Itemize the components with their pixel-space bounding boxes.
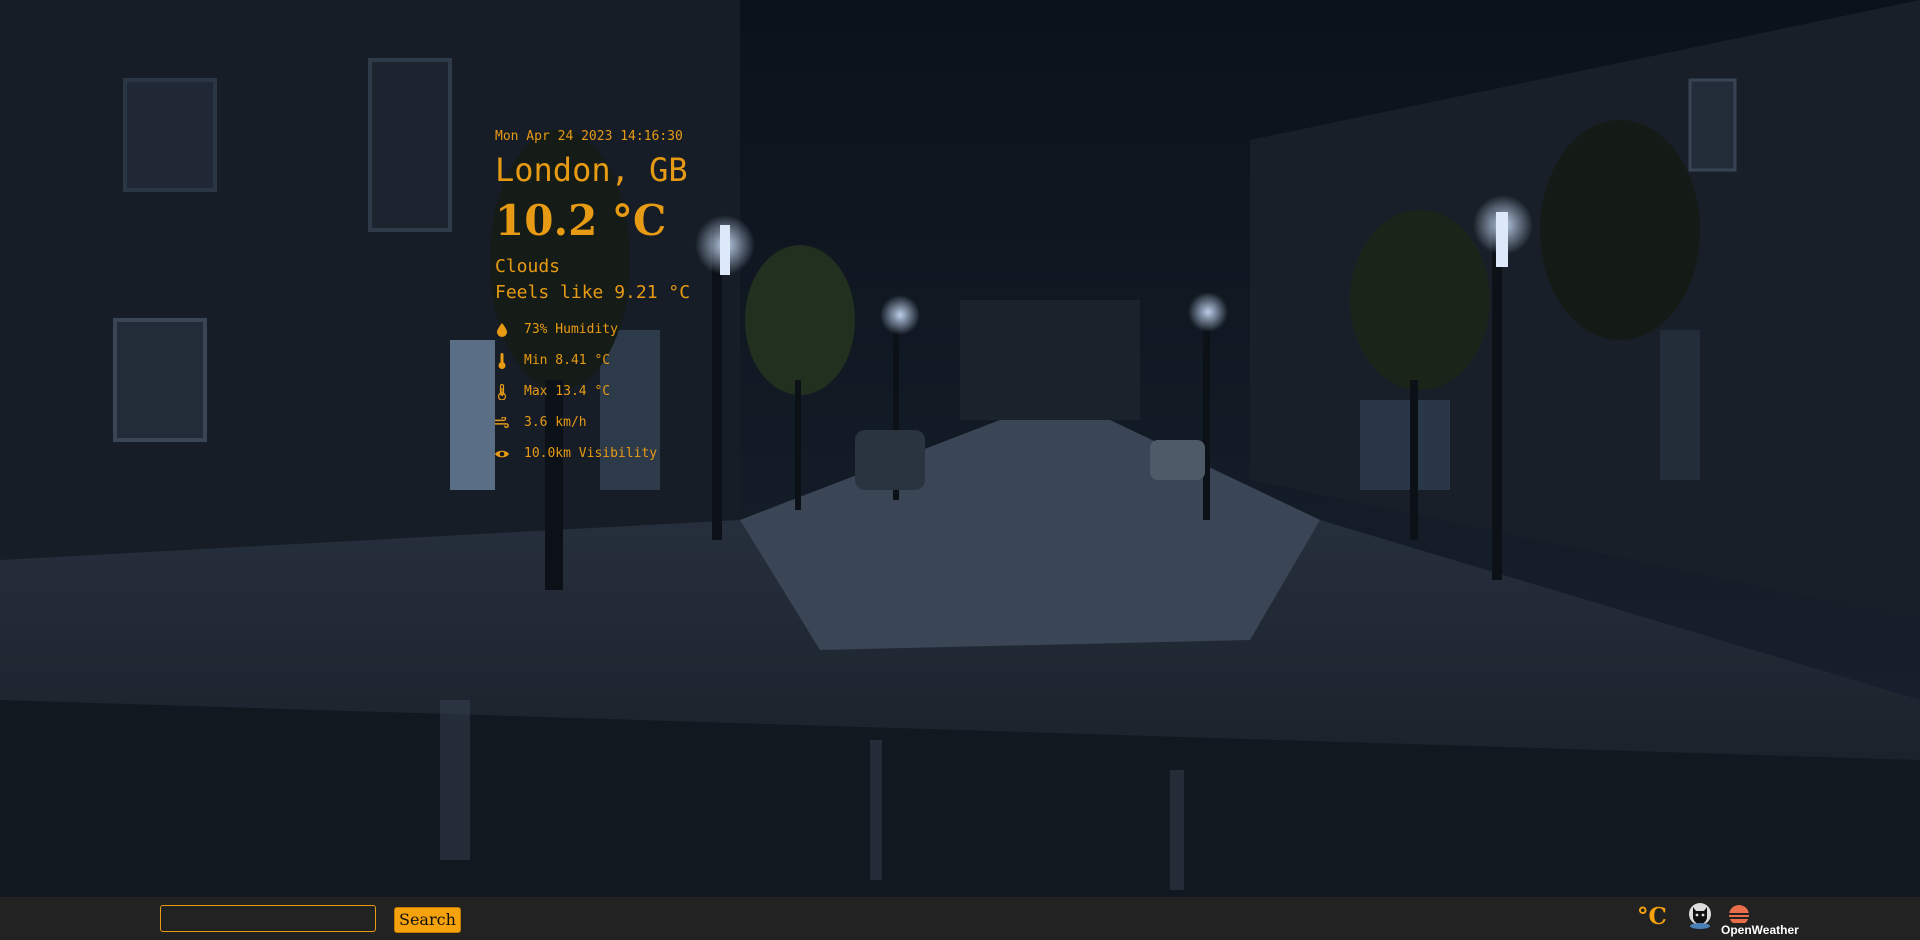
bottom-bar: Search [0, 897, 1920, 940]
stat-wind: 3.6 km/h [495, 407, 690, 438]
location-name: London, GB [495, 151, 688, 189]
search-input[interactable] [160, 905, 376, 932]
stat-visibility: 10.0km Visibility [495, 438, 690, 469]
thermometer-high-icon [495, 383, 509, 400]
background-image [0, 0, 1920, 897]
wind-icon [495, 415, 509, 431]
visibility-value: 10.0km Visibility [524, 446, 658, 461]
openweather-text: OpenWeather [1721, 923, 1799, 937]
stat-humidity: 73% Humidity [495, 314, 690, 345]
droplet-icon [495, 322, 509, 338]
current-datetime: Mon Apr 24 2023 14:16:30 [495, 129, 683, 144]
current-temperature: 10.2 °C [495, 196, 667, 245]
min-temp-value: Min 8.41 °C [524, 353, 611, 368]
search-button[interactable]: Search [394, 907, 461, 933]
wind-value: 3.6 km/h [524, 415, 587, 430]
openweather-logo[interactable]: OpenWeather [1721, 903, 1805, 937]
weather-panel: Mon Apr 24 2023 14:16:30 London, GB 10.2… [495, 128, 690, 469]
eye-icon [495, 446, 509, 462]
stat-min-temp: Min 8.41 °C [495, 345, 690, 376]
feels-like: Feels like 9.21 °C [495, 282, 691, 303]
github-icon[interactable] [1688, 902, 1712, 930]
thermometer-low-icon [495, 352, 509, 369]
unit-toggle-button[interactable]: °C [1637, 903, 1667, 930]
weather-condition: Clouds [495, 256, 561, 277]
humidity-value: 73% Humidity [524, 322, 618, 337]
stat-max-temp: Max 13.4 °C [495, 376, 690, 407]
weather-stats: 73% Humidity Min 8.41 °C Max 13.4 °C 3.6… [495, 314, 690, 469]
max-temp-value: Max 13.4 °C [524, 384, 611, 399]
